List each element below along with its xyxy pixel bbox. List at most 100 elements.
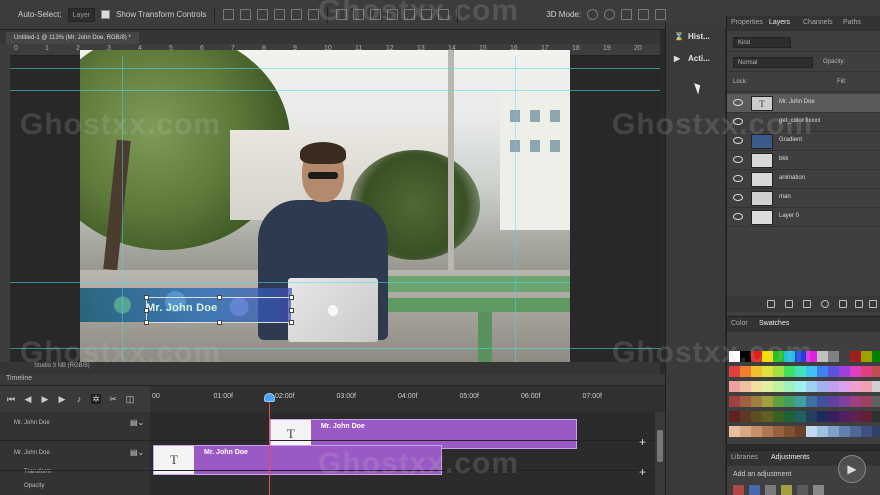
tab-libraries[interactable]: Libraries xyxy=(731,454,758,461)
3d-scale-icon[interactable] xyxy=(655,9,667,20)
tab-adjustments[interactable]: Adjustments xyxy=(771,454,810,461)
color-swatch[interactable] xyxy=(784,396,795,407)
distribute-center-icon[interactable] xyxy=(404,9,416,20)
color-swatch[interactable] xyxy=(806,381,817,392)
color-swatch[interactable] xyxy=(751,381,762,392)
document-tab[interactable]: Untitled-1 @ 113% (Mr. John Doe, RGB/8) … xyxy=(6,32,139,44)
guide-horizontal[interactable] xyxy=(10,90,660,91)
color-swatch[interactable] xyxy=(729,381,740,392)
color-swatch[interactable] xyxy=(762,396,773,407)
next-frame-icon[interactable]: ▶ xyxy=(57,394,67,404)
color-swatch[interactable] xyxy=(861,366,872,377)
adjustment-icon[interactable] xyxy=(821,300,829,308)
align-center-icon[interactable] xyxy=(291,9,303,20)
color-swatch[interactable] xyxy=(817,396,828,407)
transform-handle[interactable] xyxy=(289,308,294,313)
color-swatch[interactable] xyxy=(806,366,817,377)
color-swatch[interactable] xyxy=(773,366,784,377)
color-swatch[interactable] xyxy=(828,351,839,362)
distribute-middle-icon[interactable] xyxy=(353,9,365,20)
color-swatch[interactable] xyxy=(773,396,784,407)
link-icon[interactable] xyxy=(767,300,775,308)
track-menu-icon[interactable]: ▤⌄ xyxy=(130,448,144,457)
color-swatch[interactable] xyxy=(795,396,806,407)
auto-align-icon[interactable] xyxy=(438,9,450,20)
color-swatch[interactable] xyxy=(751,411,762,422)
color-swatch[interactable] xyxy=(872,366,880,377)
color-swatch[interactable] xyxy=(806,411,817,422)
color-swatch[interactable] xyxy=(850,366,861,377)
color-swatch[interactable] xyxy=(872,396,880,407)
color-swatch[interactable] xyxy=(850,426,861,437)
timeline-tracks[interactable]: T Mr. John Doe T Mr. John Doe xyxy=(150,412,655,495)
color-swatch[interactable] xyxy=(740,351,751,362)
color-swatch[interactable] xyxy=(806,396,817,407)
3d-roll-icon[interactable] xyxy=(604,9,616,20)
color-swatch[interactable] xyxy=(762,351,773,362)
visibility-eye-icon[interactable] xyxy=(733,194,743,201)
color-swatch[interactable] xyxy=(773,351,784,362)
color-swatch[interactable] xyxy=(751,366,762,377)
color-swatch[interactable] xyxy=(784,411,795,422)
distribute-left-icon[interactable] xyxy=(387,9,399,20)
distribute-top-icon[interactable] xyxy=(336,9,348,20)
transition-icon[interactable]: ◫ xyxy=(125,394,135,404)
tab-layers[interactable]: Layers xyxy=(769,19,790,26)
color-swatch[interactable] xyxy=(773,411,784,422)
align-top-icon[interactable] xyxy=(223,9,235,20)
color-swatch[interactable] xyxy=(795,411,806,422)
color-swatch[interactable] xyxy=(784,351,795,362)
play-icon[interactable]: ▶ xyxy=(40,394,50,404)
color-swatch[interactable] xyxy=(861,351,872,362)
color-swatch[interactable] xyxy=(850,396,861,407)
color-swatch[interactable] xyxy=(872,351,880,362)
layer-row[interactable]: animation xyxy=(727,170,880,189)
tab-channels[interactable]: Channels xyxy=(803,19,833,26)
tab-paths[interactable]: Paths xyxy=(843,19,861,26)
color-swatch[interactable] xyxy=(872,381,880,392)
filter-kind-dropdown[interactable]: Kind xyxy=(733,37,791,48)
color-swatch[interactable] xyxy=(839,381,850,392)
color-swatch[interactable] xyxy=(872,426,880,437)
timeline-ruler[interactable]: 00 01:00f 02:00f 03:00f 04:00f 05:00f 06:00f 07… xyxy=(150,386,665,412)
color-swatch[interactable] xyxy=(828,366,839,377)
visibility-eye-icon[interactable] xyxy=(733,137,743,144)
visibility-eye-icon[interactable] xyxy=(733,99,743,106)
color-swatch[interactable] xyxy=(729,426,740,437)
align-right-icon[interactable] xyxy=(308,9,320,20)
color-swatch[interactable] xyxy=(729,411,740,422)
layer-row[interactable]: man xyxy=(727,189,880,208)
track-label[interactable]: Mr. John Doe xyxy=(14,420,50,426)
new-layer-icon[interactable] xyxy=(855,300,863,308)
transform-handle[interactable] xyxy=(289,295,294,300)
track-label[interactable]: Mr. John Doe xyxy=(14,450,50,456)
layer-row[interactable]: get_color fixxxx xyxy=(727,113,880,132)
settings-icon[interactable]: ✲ xyxy=(91,394,101,404)
mask-icon[interactable] xyxy=(803,300,811,308)
color-swatch[interactable] xyxy=(784,426,795,437)
transform-handle[interactable] xyxy=(289,320,294,325)
3d-rotate-icon[interactable] xyxy=(587,9,599,20)
color-swatch[interactable] xyxy=(839,411,850,422)
track-property-label[interactable]: Opacity xyxy=(24,483,44,489)
color-swatch[interactable] xyxy=(795,381,806,392)
color-swatch[interactable] xyxy=(850,411,861,422)
tab-color[interactable]: Color xyxy=(731,320,748,327)
add-media-icon[interactable]: + xyxy=(639,465,646,479)
transform-handle[interactable] xyxy=(144,295,149,300)
fx-icon[interactable] xyxy=(785,300,793,308)
3d-drag-icon[interactable] xyxy=(621,9,633,20)
canvas-area[interactable]: Mr. John Doe xyxy=(10,50,660,376)
first-frame-icon[interactable]: ⏮ xyxy=(6,394,16,404)
color-swatch[interactable] xyxy=(850,381,861,392)
color-swatch[interactable] xyxy=(817,411,828,422)
split-icon[interactable]: ✂ xyxy=(108,394,118,404)
transform-handle[interactable] xyxy=(217,320,222,325)
color-swatch[interactable] xyxy=(861,396,872,407)
visibility-eye-icon[interactable] xyxy=(733,118,743,125)
color-swatch[interactable] xyxy=(828,381,839,392)
guide-vertical[interactable] xyxy=(122,56,123,362)
color-swatch[interactable] xyxy=(817,366,828,377)
visibility-eye-icon[interactable] xyxy=(733,175,743,182)
trash-icon[interactable] xyxy=(869,300,877,308)
